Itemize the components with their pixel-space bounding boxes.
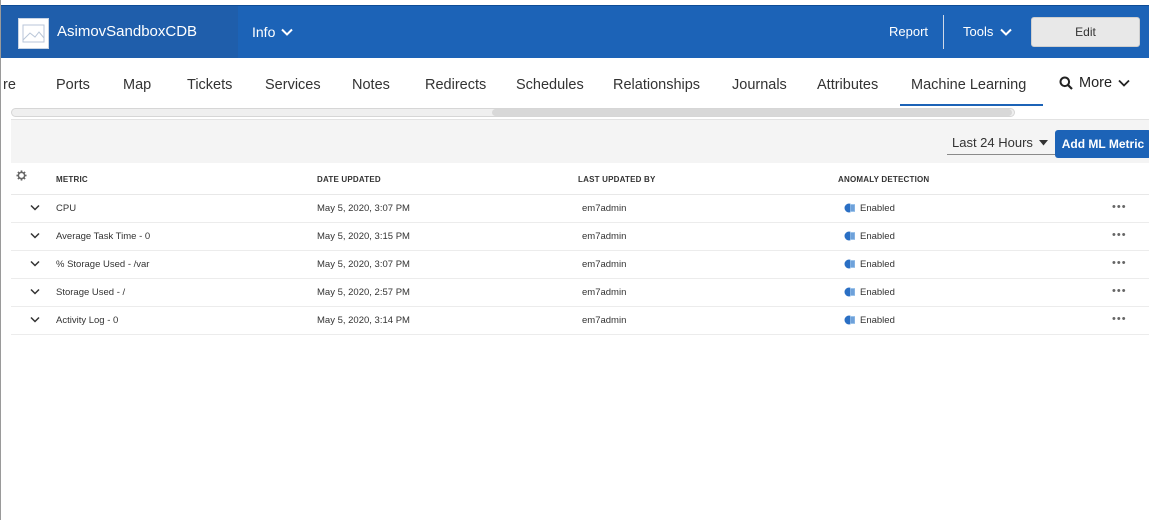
tools-menu[interactable]: Tools [963, 24, 1013, 39]
tab-relationships[interactable]: Relationships [613, 77, 700, 93]
metrics-toolbar: Last 24 Hours Add ML Metric [11, 119, 1149, 164]
anomaly-status: Enabled [844, 230, 895, 242]
active-tab-indicator [900, 104, 1043, 106]
anomaly-status: Enabled [844, 314, 895, 326]
time-range-select[interactable]: Last 24 Hours [947, 131, 1055, 155]
image-placeholder-icon [22, 24, 45, 43]
chevron-down-icon[interactable] [30, 204, 40, 211]
metric-name: Activity Log - 0 [56, 315, 119, 326]
metric-name: Storage Used - / [56, 287, 126, 298]
column-header-metric[interactable]: Metric [56, 175, 88, 184]
gear-icon[interactable] [16, 170, 27, 181]
table-row[interactable]: Activity Log - 0 May 5, 2020, 3:14 PM em… [11, 307, 1149, 335]
tab-notes[interactable]: Notes [352, 77, 390, 93]
last-updated-by: em7admin [582, 203, 627, 214]
more-tabs-label: More [1079, 75, 1113, 91]
date-updated: May 5, 2020, 3:15 PM [317, 231, 410, 242]
anomaly-status-label: Enabled [860, 314, 895, 326]
time-range-value: Last 24 Hours [952, 135, 1033, 150]
chevron-down-icon [1118, 79, 1130, 87]
tab-services[interactable]: Services [265, 77, 321, 93]
tab-ports[interactable]: Ports [56, 77, 90, 93]
tab-scrollbar-thumb[interactable] [492, 109, 1012, 116]
column-header-last-updated-by[interactable]: Last Updated By [578, 175, 656, 184]
tab-machine-learning[interactable]: Machine Learning [911, 77, 1026, 93]
top-header: AsimovSandboxCDB Info Report Tools Edit [1, 5, 1149, 59]
last-updated-by: em7admin [582, 287, 627, 298]
add-ml-metric-button[interactable]: Add ML Metric [1055, 130, 1149, 158]
chevron-down-icon[interactable] [30, 260, 40, 267]
table-row[interactable]: CPU May 5, 2020, 3:07 PM em7admin Enable… [11, 195, 1149, 223]
anomaly-detection-icon [844, 287, 855, 297]
chevron-down-icon[interactable] [30, 232, 40, 239]
search-icon [1059, 76, 1073, 90]
table-row[interactable]: Storage Used - / May 5, 2020, 2:57 PM em… [11, 279, 1149, 307]
anomaly-status-label: Enabled [860, 286, 895, 298]
anomaly-status-label: Enabled [860, 202, 895, 214]
report-link[interactable]: Report [889, 24, 928, 39]
more-actions-icon[interactable]: ••• [1112, 229, 1127, 241]
metrics-table-body: CPU May 5, 2020, 3:07 PM em7admin Enable… [11, 195, 1149, 335]
tab-scrollbar[interactable] [11, 108, 1015, 117]
device-name: AsimovSandboxCDB [57, 23, 198, 40]
last-updated-by: em7admin [582, 315, 627, 326]
more-actions-icon[interactable]: ••• [1112, 285, 1127, 297]
last-updated-by: em7admin [582, 259, 627, 270]
tools-menu-label: Tools [963, 24, 994, 39]
header-divider [943, 15, 944, 49]
date-updated: May 5, 2020, 3:14 PM [317, 315, 410, 326]
date-updated: May 5, 2020, 3:07 PM [317, 259, 410, 270]
more-tabs-menu[interactable]: More [1059, 75, 1130, 91]
edit-button[interactable]: Edit [1031, 17, 1140, 47]
tab-schedules[interactable]: Schedules [516, 77, 584, 93]
table-row[interactable]: % Storage Used - /var May 5, 2020, 3:07 … [11, 251, 1149, 279]
metric-name: % Storage Used - /var [56, 259, 150, 270]
more-actions-icon[interactable]: ••• [1112, 313, 1127, 325]
anomaly-detection-icon [844, 203, 855, 213]
column-header-anomaly-detection[interactable]: Anomaly Detection [838, 175, 929, 184]
anomaly-detection-icon [844, 259, 855, 269]
anomaly-detection-icon [844, 315, 855, 325]
metric-name: Average Task Time - 0 [56, 231, 151, 242]
anomaly-status-label: Enabled [860, 230, 895, 242]
anomaly-status: Enabled [844, 286, 895, 298]
date-updated: May 5, 2020, 3:07 PM [317, 203, 410, 214]
chevron-down-icon [281, 28, 294, 36]
device-area: AsimovSandboxCDB [1, 6, 238, 59]
tab-bar: re Ports Map Tickets Services Notes Redi… [1, 58, 1149, 109]
caret-down-icon [1038, 139, 1048, 145]
metric-name: CPU [56, 203, 77, 214]
date-updated: May 5, 2020, 2:57 PM [317, 287, 410, 298]
anomaly-detection-icon [844, 231, 855, 241]
anomaly-status: Enabled [844, 258, 895, 270]
device-thumbnail[interactable] [18, 18, 49, 49]
tab-partial[interactable]: re [3, 77, 16, 93]
tab-redirects[interactable]: Redirects [425, 77, 486, 93]
tab-map[interactable]: Map [123, 77, 151, 93]
app-frame: AsimovSandboxCDB Info Report Tools Edit … [0, 0, 1149, 520]
chevron-down-icon[interactable] [30, 316, 40, 323]
tab-journals[interactable]: Journals [732, 77, 787, 93]
last-updated-by: em7admin [582, 231, 627, 242]
anomaly-status-label: Enabled [860, 258, 895, 270]
tab-attributes[interactable]: Attributes [817, 77, 878, 93]
info-menu-label: Info [252, 24, 276, 40]
table-row[interactable]: Average Task Time - 0 May 5, 2020, 3:15 … [11, 223, 1149, 251]
chevron-down-icon[interactable] [30, 288, 40, 295]
table-header: Metric Date Updated Last Updated By Anom… [11, 163, 1149, 195]
info-menu[interactable]: Info [252, 24, 294, 40]
tab-tickets[interactable]: Tickets [187, 77, 232, 93]
chevron-down-icon [1000, 28, 1013, 36]
anomaly-status: Enabled [844, 202, 895, 214]
column-header-date-updated[interactable]: Date Updated [317, 175, 381, 184]
more-actions-icon[interactable]: ••• [1112, 257, 1127, 269]
more-actions-icon[interactable]: ••• [1112, 201, 1127, 213]
